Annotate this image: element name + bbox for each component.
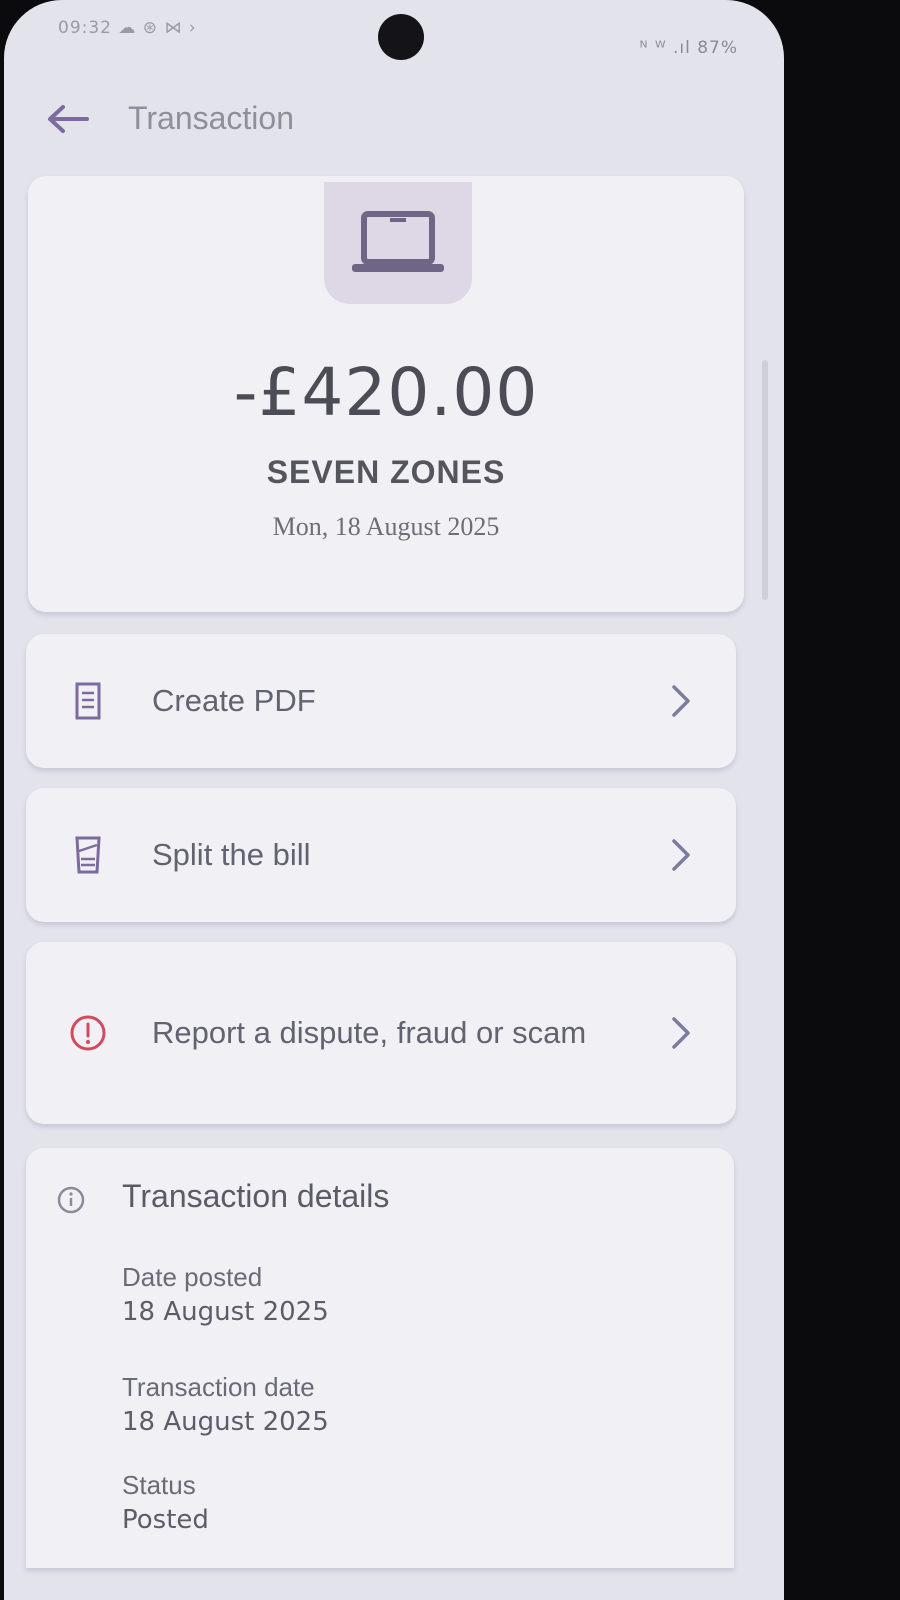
transaction-summary-card: -£420.00 SEVEN ZONES Mon, 18 August 2025 (28, 176, 744, 612)
transaction-date: Mon, 18 August 2025 (272, 512, 500, 541)
info-icon (56, 1178, 86, 1222)
transaction-amount: -£420.00 (233, 354, 539, 431)
back-button[interactable] (40, 96, 94, 142)
status-icons: ᴺ ᵂ .ıl 87% (639, 38, 738, 58)
front-camera (378, 14, 424, 60)
transaction-details-card: Transaction details Date posted 18 Augus… (26, 1148, 734, 1568)
scrollbar[interactable] (762, 360, 768, 600)
report-dispute-button[interactable]: Report a dispute, fraud or scam (26, 942, 736, 1124)
split-receipt-icon (68, 835, 108, 875)
create-pdf-label: Create PDF (152, 683, 316, 718)
laptop-icon (352, 211, 444, 272)
status-bar: 09:32 ☁ ⊛ ⋈ › ᴺ ᵂ .ıl 87% (4, 0, 784, 70)
chevron-right-icon (672, 685, 690, 717)
chevron-right-icon (672, 1017, 690, 1049)
detail-value: 18 August 2025 (122, 1407, 329, 1437)
detail-label: Transaction date (122, 1372, 315, 1402)
detail-value: Posted (122, 1505, 209, 1535)
page-title: Transaction (128, 100, 294, 136)
alert-circle-icon (68, 1013, 108, 1053)
detail-row-status: Status Posted (122, 1468, 209, 1538)
receipt-icon (68, 681, 108, 721)
details-title: Transaction details (122, 1178, 390, 1214)
merchant-category-badge (324, 182, 472, 304)
report-dispute-label: Report a dispute, fraud or scam (152, 1015, 587, 1050)
merchant-name: SEVEN ZONES (266, 454, 506, 490)
detail-value: 18 August 2025 (122, 1297, 329, 1327)
phone-screen: 09:32 ☁ ⊛ ⋈ › ᴺ ᵂ .ıl 87% Transaction -£… (4, 0, 784, 1600)
create-pdf-button[interactable]: Create PDF (26, 634, 736, 768)
arrow-left-icon (48, 105, 89, 133)
chevron-right-icon (672, 839, 690, 871)
split-the-bill-button[interactable]: Split the bill (26, 788, 736, 922)
detail-label: Status (122, 1470, 196, 1500)
split-the-bill-label: Split the bill (152, 837, 311, 872)
app-bar: Transaction (4, 86, 784, 156)
detail-row-transaction-date: Transaction date 18 August 2025 (122, 1370, 329, 1440)
detail-label: Date posted (122, 1262, 263, 1292)
detail-row-date-posted: Date posted 18 August 2025 (122, 1260, 329, 1330)
status-time: 09:32 ☁ ⊛ ⋈ › (58, 18, 197, 38)
